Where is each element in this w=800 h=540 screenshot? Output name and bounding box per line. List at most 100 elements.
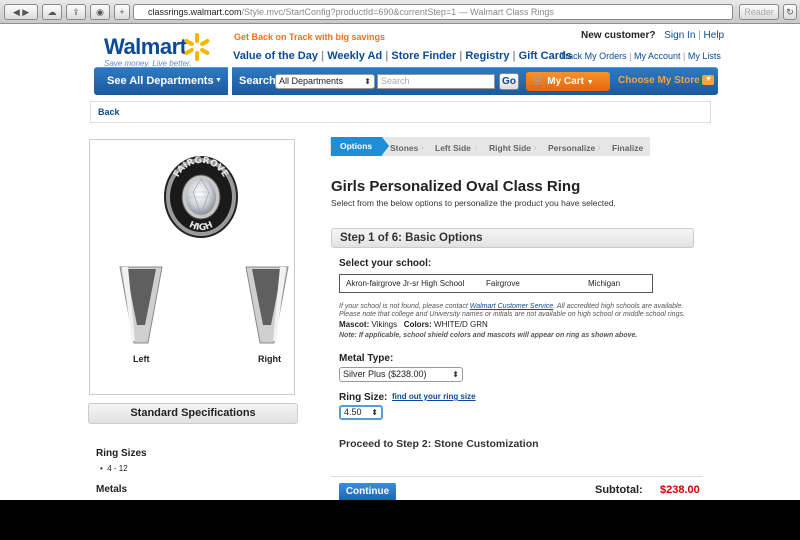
choose-store-label: Choose My Store xyxy=(618,75,700,86)
subtotal-value: $238.00 xyxy=(660,484,700,496)
walmart-logo[interactable]: Walmart xyxy=(104,34,187,60)
specs-header: Standard Specifications xyxy=(88,403,298,424)
cart-icon: 🛒 xyxy=(532,76,545,87)
page-content: Walmart Save money. Live better. Get Bac… xyxy=(0,24,800,500)
metal-type-select[interactable]: Silver Plus ($238.00) ⬍ xyxy=(339,367,463,382)
proceed-text: Proceed to Step 2: Stone Customization xyxy=(339,438,539,450)
tab-right-side[interactable]: Right Side xyxy=(489,143,531,153)
tab-stones[interactable]: Stones xyxy=(390,143,418,153)
store-chevron-icon: ▼ xyxy=(702,75,715,86)
tab-arrow xyxy=(382,137,389,155)
continue-button[interactable]: Continue xyxy=(339,483,396,500)
school-state: Michigan xyxy=(588,279,621,288)
browser-window: ◀ ▶ ☁ ⇪ ◉ + classrings.walmart.com/Style… xyxy=(0,0,800,500)
school-select[interactable]: Akron-fairgrove Jr-sr High School Fairgr… xyxy=(339,274,653,293)
spark-icon xyxy=(184,33,210,61)
ring-size-select[interactable]: 4.50 ⬍ xyxy=(339,405,383,420)
divider xyxy=(331,476,703,477)
departments-button[interactable]: See All Departments ▼ xyxy=(94,67,228,95)
back-link[interactable]: Back xyxy=(98,107,120,117)
left-label: Left xyxy=(133,354,150,364)
nav-store-finder[interactable]: Store Finder xyxy=(391,50,456,62)
cart-label: My Cart xyxy=(547,76,584,87)
shield-note: Note: If applicable, school shield color… xyxy=(339,332,638,339)
tab-separator: › xyxy=(598,143,601,152)
school-name: Akron-fairgrove Jr-sr High School xyxy=(346,279,465,288)
back-bar: Back xyxy=(90,101,711,123)
tab-finalize[interactable]: Finalize xyxy=(612,143,643,153)
back-forward-buttons[interactable]: ◀ ▶ xyxy=(4,4,38,20)
mascot-value: Vikings xyxy=(371,320,398,329)
select-school-label: Select your school: xyxy=(339,258,432,269)
my-lists-link[interactable]: My Lists xyxy=(688,51,721,61)
cart-button[interactable]: 🛒 My Cart ▼ xyxy=(526,72,610,91)
address-bar[interactable]: classrings.walmart.com/Style.mvc/StartCo… xyxy=(133,4,733,20)
right-side-image xyxy=(245,266,289,344)
promo-link[interactable]: Get Back on Track with big savings xyxy=(234,32,385,42)
subtotal-label: Subtotal: xyxy=(595,484,643,496)
help-link[interactable]: Help xyxy=(704,30,725,41)
search-input[interactable]: Search xyxy=(377,74,495,89)
customer-service-link[interactable]: Walmart Customer Service xyxy=(470,303,554,310)
nav-weekly-ad[interactable]: Weekly Ad xyxy=(327,50,382,62)
ring-preview: FAIRGROVE HIGH Left Right xyxy=(89,139,295,395)
browser-toolbar: ◀ ▶ ☁ ⇪ ◉ + classrings.walmart.com/Style… xyxy=(0,0,800,24)
ring-size-value: 4.50 xyxy=(344,407,362,417)
new-customer-label: New customer? xyxy=(581,30,656,41)
cart-chevron-icon: ▼ xyxy=(586,79,594,86)
top-nav: Value of the Day | Weekly Ad | Store Fin… xyxy=(233,50,572,62)
nav-value-of-the-day[interactable]: Value of the Day xyxy=(233,50,318,62)
metal-type-value: Silver Plus ($238.00) xyxy=(343,369,427,379)
chevron-down-icon: ▼ xyxy=(215,77,222,84)
add-tab-icon[interactable]: + xyxy=(114,4,130,20)
ring-sizes-item: • 4 - 12 xyxy=(100,464,128,473)
tab-separator: › xyxy=(421,143,424,152)
not-found-text-post: . All accredited high schools are availa… xyxy=(553,303,684,310)
ring-size-help-link[interactable]: find out your ring size xyxy=(392,392,476,401)
ring-size-label: Ring Size: xyxy=(339,392,388,403)
college-note: Please note that college and University … xyxy=(339,311,685,318)
ring-top-image: FAIRGROVE HIGH xyxy=(164,156,238,238)
go-button[interactable]: Go xyxy=(499,73,519,90)
product-title: Girls Personalized Oval Class Ring xyxy=(331,178,581,195)
search-label: Search xyxy=(239,75,276,87)
cloud-icon[interactable]: ☁ xyxy=(42,4,62,20)
metals-label: Metals xyxy=(96,484,128,495)
select-arrow-icon: ⬍ xyxy=(371,408,378,417)
colors-label: Colors: xyxy=(403,320,432,329)
shield-icon[interactable]: ◉ xyxy=(90,4,110,20)
account-top: New customer? Sign In | Help xyxy=(581,30,725,41)
colors-value: WHITE/D GRN xyxy=(434,320,488,329)
tab-separator: › xyxy=(475,143,478,152)
sign-in-link[interactable]: Sign In xyxy=(664,30,695,41)
mascot-colors: Mascot: Vikings Colors: WHITE/D GRN xyxy=(339,320,488,329)
ring-sizes-value: 4 - 12 xyxy=(107,464,128,473)
department-select-value: All Departments xyxy=(279,76,344,86)
my-account-link[interactable]: My Account xyxy=(634,51,681,61)
tab-options[interactable]: Options xyxy=(331,137,382,156)
department-select[interactable]: All Departments ⬍ xyxy=(275,74,375,89)
right-label: Right xyxy=(258,354,281,364)
url-title: — Walmart Class Rings xyxy=(456,7,554,17)
select-arrow-icon: ⬍ xyxy=(364,77,371,86)
tab-personalize[interactable]: Personalize xyxy=(548,143,595,153)
choose-store-link[interactable]: Choose My Store ▼ xyxy=(618,75,715,86)
refresh-icon[interactable]: ↻ xyxy=(783,4,797,20)
metal-type-label: Metal Type: xyxy=(339,353,394,364)
tab-left-side[interactable]: Left Side xyxy=(435,143,471,153)
track-orders-link[interactable]: Track My Orders xyxy=(560,51,627,61)
school-not-found: If your school is not found, please cont… xyxy=(339,303,683,310)
reader-button[interactable]: Reader xyxy=(739,4,779,20)
nav-registry[interactable]: Registry xyxy=(465,50,509,62)
search-bar: Search All Departments ⬍ Search Go 🛒 My C… xyxy=(232,67,718,95)
url-domain: classrings.walmart.com xyxy=(148,7,242,17)
product-subtitle: Select from the below options to persona… xyxy=(331,198,616,208)
departments-label: See All Departments xyxy=(107,75,214,87)
step-header: Step 1 of 6: Basic Options xyxy=(331,228,694,248)
url-path: /Style.mvc/StartConfig?productId=690&cur… xyxy=(241,7,457,17)
school-city: Fairgrove xyxy=(486,279,520,288)
share-icon[interactable]: ⇪ xyxy=(66,4,86,20)
ring-sizes-label: Ring Sizes xyxy=(96,448,147,459)
select-arrow-icon: ⬍ xyxy=(452,370,459,379)
mascot-label: Mascot: xyxy=(339,320,370,329)
